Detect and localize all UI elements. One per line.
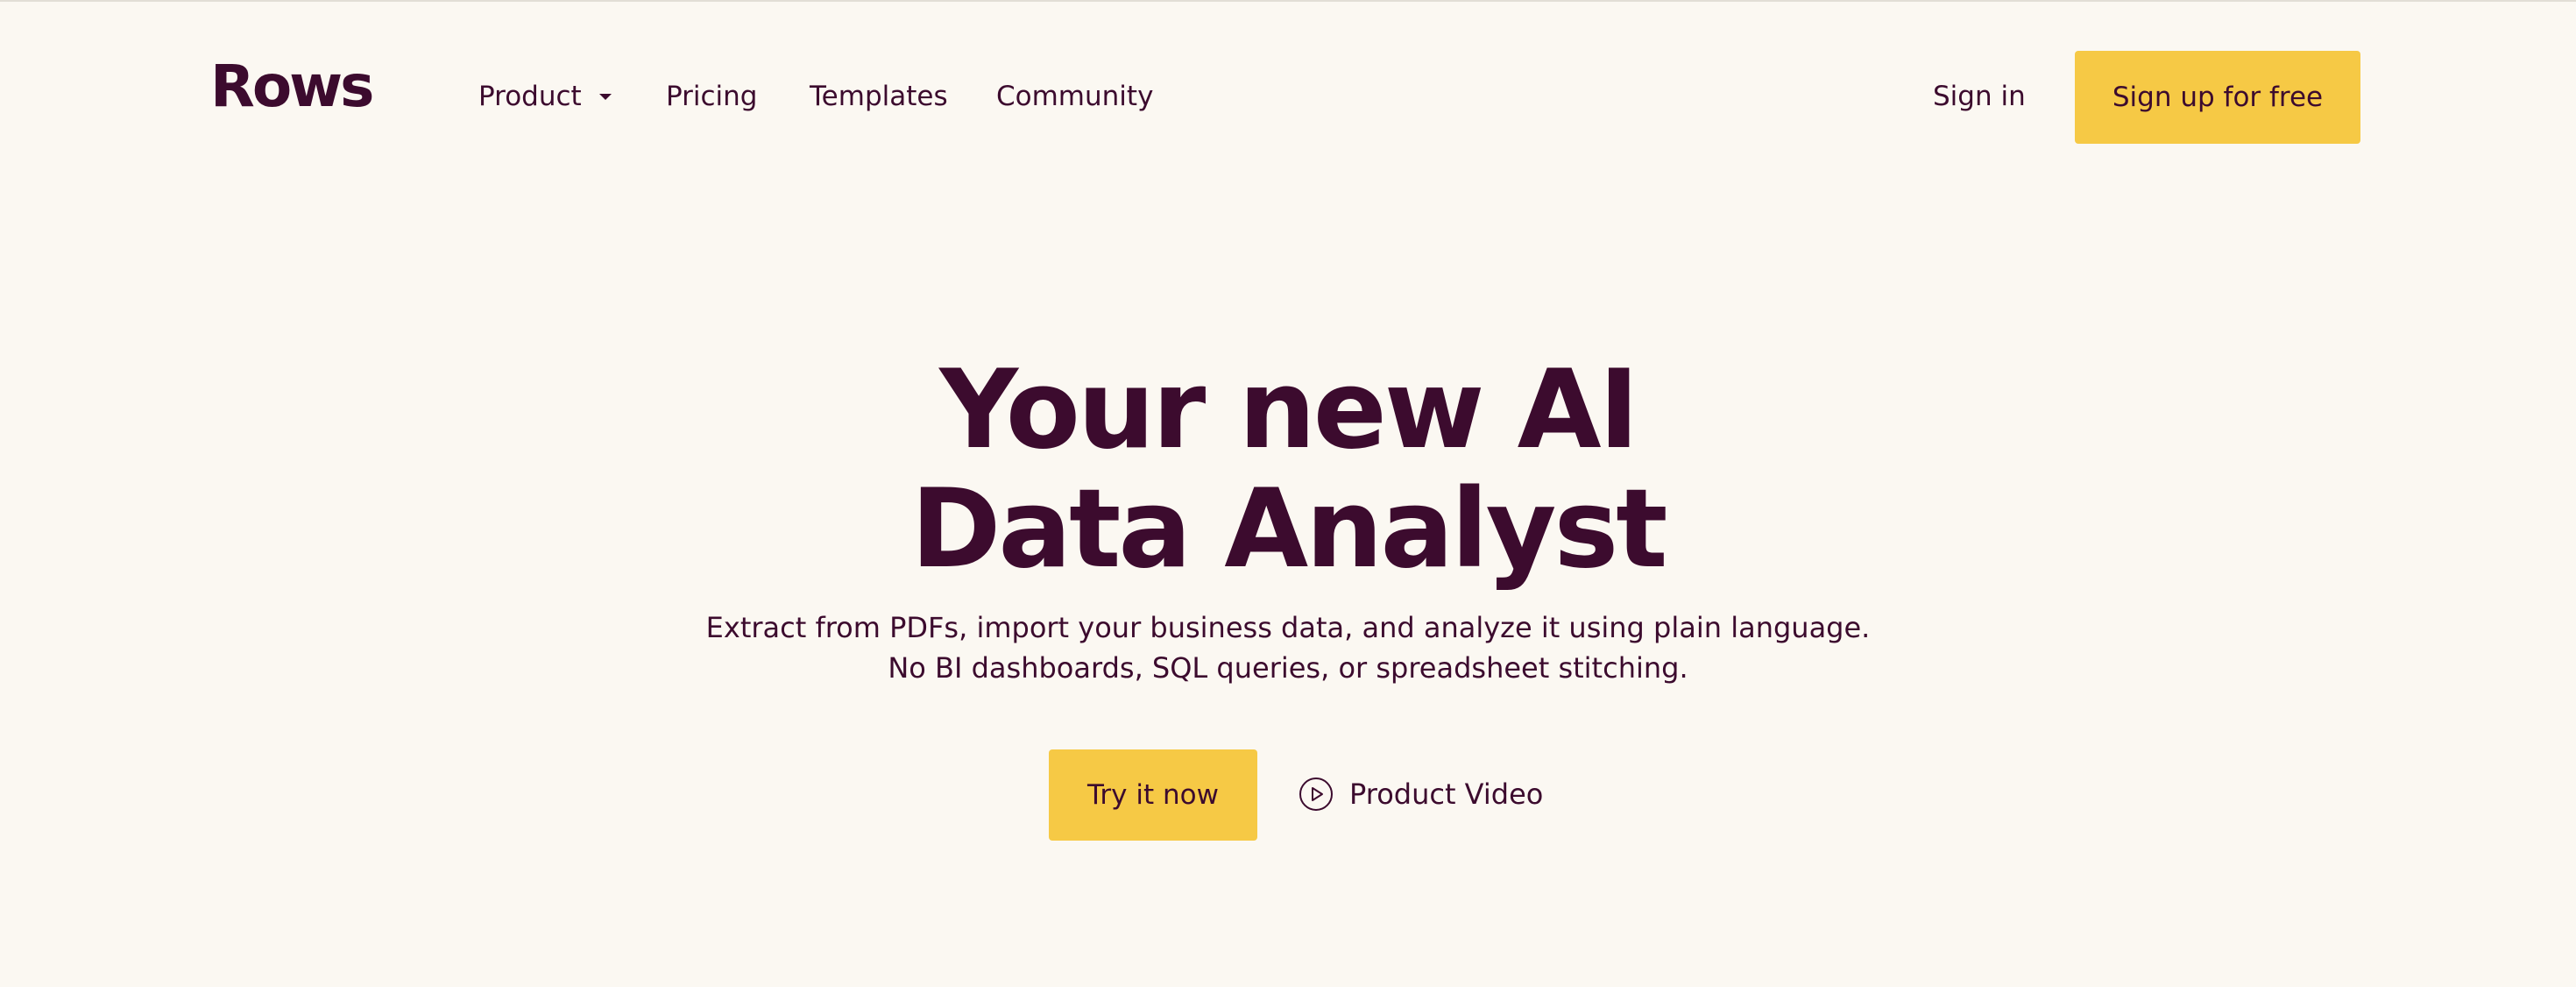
hero-headline-line1: Your new AI xyxy=(939,347,1638,473)
hero-headline-line2: Data Analyst xyxy=(910,466,1667,593)
hero-subtext-line1: Extract from PDFs, import your business … xyxy=(705,611,1871,644)
hero-headline: Your new AI Data Analyst xyxy=(0,351,2576,589)
chevron-down-icon xyxy=(598,93,612,100)
sign-up-button[interactable]: Sign up for free xyxy=(2075,51,2360,144)
page-top-border xyxy=(0,0,2576,2)
product-video-label: Product Video xyxy=(1349,778,1544,811)
nav-item-product-label: Product xyxy=(478,81,582,112)
rows-logo[interactable]: Rows xyxy=(210,58,374,116)
nav-item-pricing[interactable]: Pricing xyxy=(666,79,758,114)
nav-item-community[interactable]: Community xyxy=(996,79,1153,114)
product-video-link[interactable]: Product Video xyxy=(1299,775,1543,813)
hero-subtext-line2: No BI dashboards, SQL queries, or spread… xyxy=(888,651,1688,685)
try-it-now-button[interactable]: Try it now xyxy=(1049,749,1257,841)
nav-item-templates[interactable]: Templates xyxy=(810,79,948,114)
nav-item-product[interactable]: Product xyxy=(478,79,612,114)
play-circle-icon xyxy=(1299,778,1333,811)
sign-in-link[interactable]: Sign in xyxy=(1933,79,2026,114)
